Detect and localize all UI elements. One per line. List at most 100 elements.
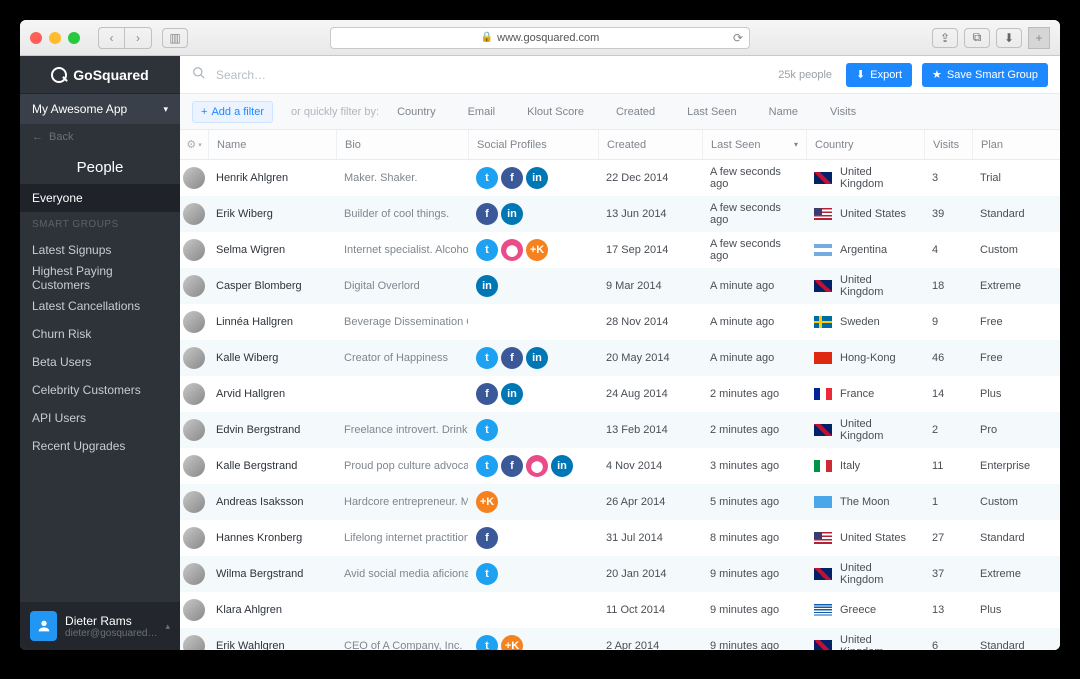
search-input[interactable] [216, 68, 768, 82]
fb-icon[interactable]: f [501, 347, 523, 369]
tw-icon[interactable]: t [476, 635, 498, 650]
table-row[interactable]: Henrik AhlgrenMaker. Shaker.tfin22 Dec 2… [180, 160, 1060, 196]
sidebar-item[interactable]: Beta Users [20, 348, 180, 376]
quick-filter[interactable]: Klout Score [527, 106, 584, 118]
user-avatar-icon [30, 611, 57, 641]
back-link[interactable]: ← Back [20, 124, 180, 150]
col-social[interactable]: Social Profiles [468, 130, 598, 159]
refresh-icon[interactable]: ⟳ [733, 31, 743, 45]
share-icon[interactable]: ⇪ [932, 28, 958, 48]
li-icon[interactable]: in [501, 383, 523, 405]
table-row[interactable]: Erik WahlgrenCEO of A Company, Inc.t+K2 … [180, 628, 1060, 650]
li-icon[interactable]: in [551, 455, 573, 477]
table-row[interactable]: Andreas IsakssonHardcore entrepreneur. M… [180, 484, 1060, 520]
new-tab-icon[interactable]: + [1028, 27, 1050, 49]
cell-visits: 1 [924, 496, 972, 508]
li-icon[interactable]: in [526, 347, 548, 369]
cell-country: United Kingdom [806, 634, 924, 650]
col-country[interactable]: Country [806, 130, 924, 159]
col-lastseen[interactable]: Last Seen ▾ [702, 130, 806, 159]
kl-icon[interactable]: +K [476, 491, 498, 513]
table-row[interactable]: Casper BlombergDigital Overlordin9 Mar 2… [180, 268, 1060, 304]
li-icon[interactable]: in [501, 203, 523, 225]
close-window-icon[interactable] [30, 32, 42, 44]
sidebar-item[interactable]: Latest Cancellations [20, 292, 180, 320]
sidebar-item[interactable]: API Users [20, 404, 180, 432]
sidebar-toggle-icon[interactable]: ▥ [162, 28, 188, 48]
fb-icon[interactable]: f [476, 527, 498, 549]
cell-name: Kalle Bergstrand [208, 460, 336, 472]
col-plan[interactable]: Plan [972, 130, 1042, 159]
tw-icon[interactable]: t [476, 419, 498, 441]
cell-bio: Hardcore entrepreneur. Mu… [336, 496, 468, 508]
table-row[interactable]: Linnéa HallgrenBeverage Dissemination O…… [180, 304, 1060, 340]
add-filter-button[interactable]: + Add a filter [192, 101, 273, 123]
cell-social: t [468, 563, 598, 585]
quick-filter[interactable]: Created [616, 106, 655, 118]
sidebar-item[interactable]: Celebrity Customers [20, 376, 180, 404]
table-row[interactable]: Wilma BergstrandAvid social media aficio… [180, 556, 1060, 592]
col-visits[interactable]: Visits [924, 130, 972, 159]
quick-filter[interactable]: Email [468, 106, 496, 118]
quick-filter[interactable]: Name [769, 106, 798, 118]
nav-everyone[interactable]: Everyone [20, 184, 180, 212]
cell-plan: Trial [972, 172, 1042, 184]
cell-country: Sweden [806, 316, 924, 328]
fb-icon[interactable]: f [501, 167, 523, 189]
sidebar-item[interactable]: Churn Risk [20, 320, 180, 348]
save-smart-group-button[interactable]: ★ Save Smart Group [922, 63, 1048, 87]
dr-icon[interactable]: ⬤ [501, 239, 523, 261]
table-row[interactable]: Klara Ahlgren11 Oct 20149 minutes agoGre… [180, 592, 1060, 628]
fb-icon[interactable]: f [476, 383, 498, 405]
fb-icon[interactable]: f [476, 203, 498, 225]
filter-label: or quickly filter by: [291, 106, 379, 118]
table-row[interactable]: Edvin BergstrandFreelance introvert. Dri… [180, 412, 1060, 448]
maximize-window-icon[interactable] [68, 32, 80, 44]
table-row[interactable]: Kalle BergstrandProud pop culture advoca… [180, 448, 1060, 484]
cell-lastseen: 9 minutes ago [702, 568, 806, 580]
li-icon[interactable]: in [526, 167, 548, 189]
cell-bio: Builder of cool things. [336, 208, 468, 220]
settings-column[interactable]: ⚙ ▾ [180, 130, 208, 159]
kl-icon[interactable]: +K [526, 239, 548, 261]
col-bio[interactable]: Bio [336, 130, 468, 159]
quick-filter[interactable]: Country [397, 106, 436, 118]
tw-icon[interactable]: t [476, 347, 498, 369]
tabs-icon[interactable]: ⧉ [964, 28, 990, 48]
cell-name: Erik Wiberg [208, 208, 336, 220]
tw-icon[interactable]: t [476, 239, 498, 261]
sidebar-item[interactable]: Highest Paying Customers [20, 264, 180, 292]
tw-icon[interactable]: t [476, 455, 498, 477]
table-row[interactable]: Selma WigrenInternet specialist. Alcohol… [180, 232, 1060, 268]
minimize-window-icon[interactable] [49, 32, 61, 44]
user-card[interactable]: Dieter Rams dieter@gosquared… ▴ [20, 602, 180, 650]
forward-icon[interactable]: › [125, 28, 151, 48]
col-created[interactable]: Created [598, 130, 702, 159]
col-name[interactable]: Name [208, 130, 336, 159]
export-button[interactable]: ⬇ Export [846, 63, 912, 87]
downloads-icon[interactable]: ⬇ [996, 28, 1022, 48]
sidebar-item[interactable]: Latest Signups [20, 236, 180, 264]
li-icon[interactable]: in [476, 275, 498, 297]
table-row[interactable]: Hannes KronbergLifelong internet practit… [180, 520, 1060, 556]
back-icon[interactable]: ‹ [99, 28, 125, 48]
app-window: ‹ › ▥ 🔒 www.gosquared.com ⟳ ⇪ ⧉ ⬇ + GoSq… [20, 20, 1060, 650]
quick-filter[interactable]: Last Seen [687, 106, 737, 118]
fb-icon[interactable]: f [501, 455, 523, 477]
sidebar-item[interactable]: Recent Upgrades [20, 432, 180, 460]
cell-country: Argentina [806, 244, 924, 256]
table-row[interactable]: Arvid Hallgrenfin24 Aug 20142 minutes ag… [180, 376, 1060, 412]
table-row[interactable]: Kalle WibergCreator of Happinesstfin20 M… [180, 340, 1060, 376]
tw-icon[interactable]: t [476, 563, 498, 585]
dr-icon[interactable]: ⬤ [526, 455, 548, 477]
url-bar[interactable]: 🔒 www.gosquared.com ⟳ [330, 27, 750, 49]
quick-filter[interactable]: Visits [830, 106, 856, 118]
sort-desc-icon: ▾ [794, 140, 798, 149]
kl-icon[interactable]: +K [501, 635, 523, 650]
tw-icon[interactable]: t [476, 167, 498, 189]
cell-plan: Extreme [972, 280, 1042, 292]
app-selector[interactable]: My Awesome App ▾ [20, 94, 180, 124]
avatar [183, 203, 205, 225]
cell-created: 9 Mar 2014 [598, 280, 702, 292]
table-row[interactable]: Erik WibergBuilder of cool things.fin13 … [180, 196, 1060, 232]
